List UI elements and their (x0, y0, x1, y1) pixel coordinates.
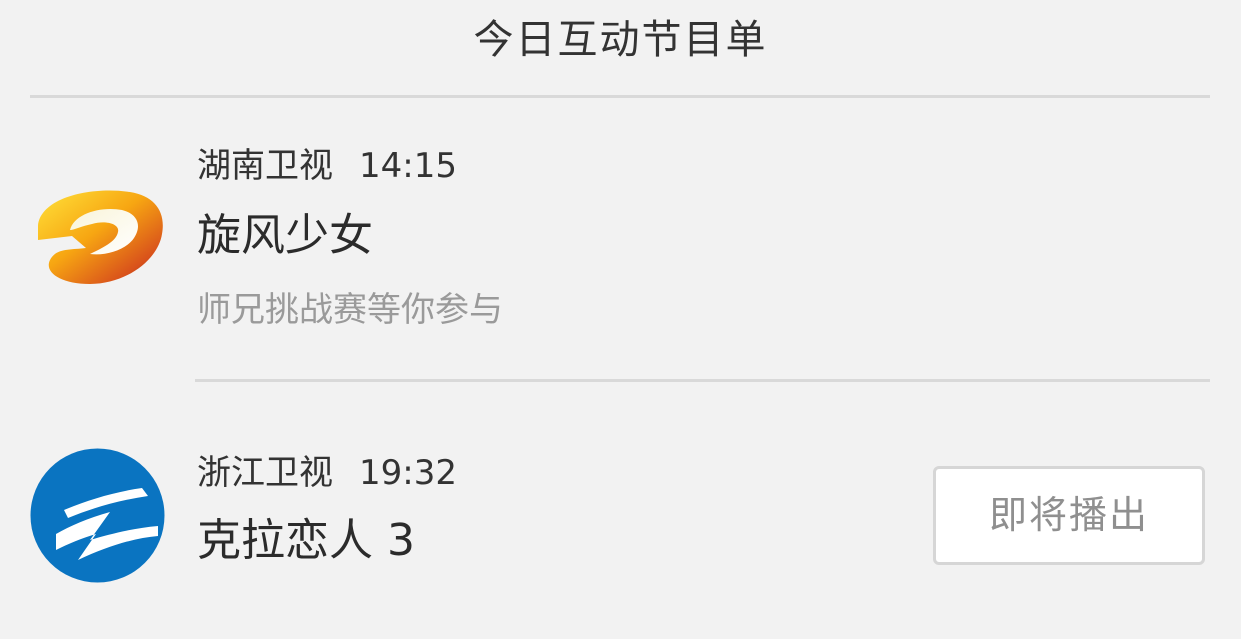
item-divider (195, 379, 1210, 382)
program-item-zhejiang[interactable]: 浙江卫视 19:32 克拉恋人 3 即将播出 (0, 383, 1241, 639)
coming-soon-button[interactable]: 即将播出 (933, 466, 1205, 565)
program-item-hunan[interactable]: 湖南卫视 14:15 旋风少女 师兄挑战赛等你参与 (0, 98, 1241, 383)
air-time: 14:15 (359, 146, 457, 186)
program-title: 旋风少女 (197, 210, 373, 261)
channel-info: 湖南卫视 14:15 (197, 144, 457, 188)
channel-name: 湖南卫视 (197, 146, 333, 186)
zhejiang-tv-logo-icon (30, 448, 165, 583)
program-description: 师兄挑战赛等你参与 (197, 290, 503, 330)
hunan-tv-logo-icon (30, 168, 165, 303)
channel-info: 浙江卫视 19:32 (197, 451, 457, 495)
program-title: 克拉恋人 3 (197, 515, 415, 566)
channel-name: 浙江卫视 (197, 453, 333, 493)
page-header: 今日互动节目单 (0, 0, 1241, 98)
page-title: 今日互动节目单 (473, 17, 768, 63)
air-time: 19:32 (359, 453, 457, 493)
